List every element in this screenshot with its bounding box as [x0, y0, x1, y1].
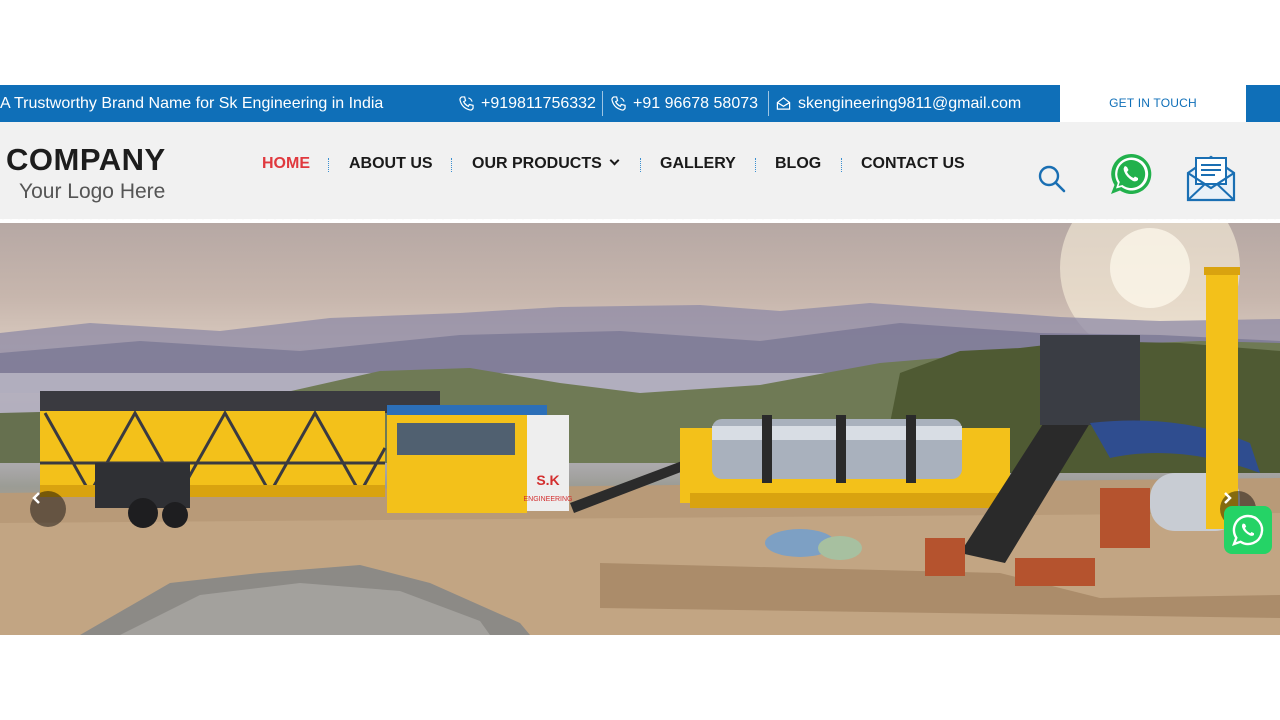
nav-separator: [451, 158, 452, 172]
hero-slider: S.K ENGINEERING: [0, 223, 1280, 635]
nav-separator: [328, 158, 329, 172]
chevron-left-icon: [32, 492, 40, 504]
page: A Trustworthy Brand Name for Sk Engineer…: [0, 0, 1280, 720]
nav-item-contact-us[interactable]: CONTACT US: [861, 155, 965, 175]
whatsapp-icon: [1231, 514, 1264, 546]
header-scalloped-edge: [0, 216, 1280, 223]
phone-link-1[interactable]: +919811756332: [459, 85, 596, 122]
get-in-touch-button[interactable]: GET IN TOUCH: [1060, 85, 1246, 122]
email-address: skengineering9811@gmail.com: [798, 94, 1022, 112]
whatsapp-floating-button[interactable]: [1224, 506, 1272, 554]
cabin-label-sk: S.K: [536, 472, 559, 488]
phone-number-1: +919811756332: [481, 94, 596, 112]
envelope-open-icon: [776, 97, 791, 110]
phone-icon: [611, 96, 626, 111]
whatsapp-icon[interactable]: [1108, 151, 1154, 197]
nav-item-home[interactable]: HOME: [262, 155, 310, 175]
nav-item-our-products[interactable]: OUR PRODUCTS: [472, 155, 620, 175]
divider: [602, 91, 603, 116]
logo-title[interactable]: COMPANY: [6, 142, 166, 178]
cabin-label-engineering: ENGINEERING: [523, 496, 572, 503]
nav-item-about-us[interactable]: ABOUT US: [349, 155, 433, 175]
nav-item-gallery[interactable]: GALLERY: [660, 155, 736, 175]
chevron-down-icon: [609, 155, 620, 166]
nav-separator: [841, 158, 842, 172]
brand-tagline: A Trustworthy Brand Name for Sk Engineer…: [0, 95, 384, 112]
nav-item-blog[interactable]: BLOG: [775, 155, 821, 175]
search-icon[interactable]: [1036, 163, 1068, 195]
mail-icon[interactable]: [1185, 153, 1237, 203]
logo-subtitle: Your Logo Here: [19, 180, 166, 203]
email-link[interactable]: skengineering9811@gmail.com: [776, 85, 1021, 122]
chevron-right-icon: [1224, 492, 1232, 504]
nav-separator: [640, 158, 641, 172]
hero-image: S.K ENGINEERING: [0, 223, 1280, 635]
nav-item-our-products-label: OUR PRODUCTS: [472, 155, 602, 172]
phone-icon: [459, 96, 474, 111]
slider-prev-button[interactable]: [30, 491, 66, 527]
phone-number-2: +91 96678 58073: [633, 94, 759, 112]
nav-separator: [755, 158, 756, 172]
divider: [768, 91, 769, 116]
phone-link-2[interactable]: +91 96678 58073: [611, 85, 758, 122]
